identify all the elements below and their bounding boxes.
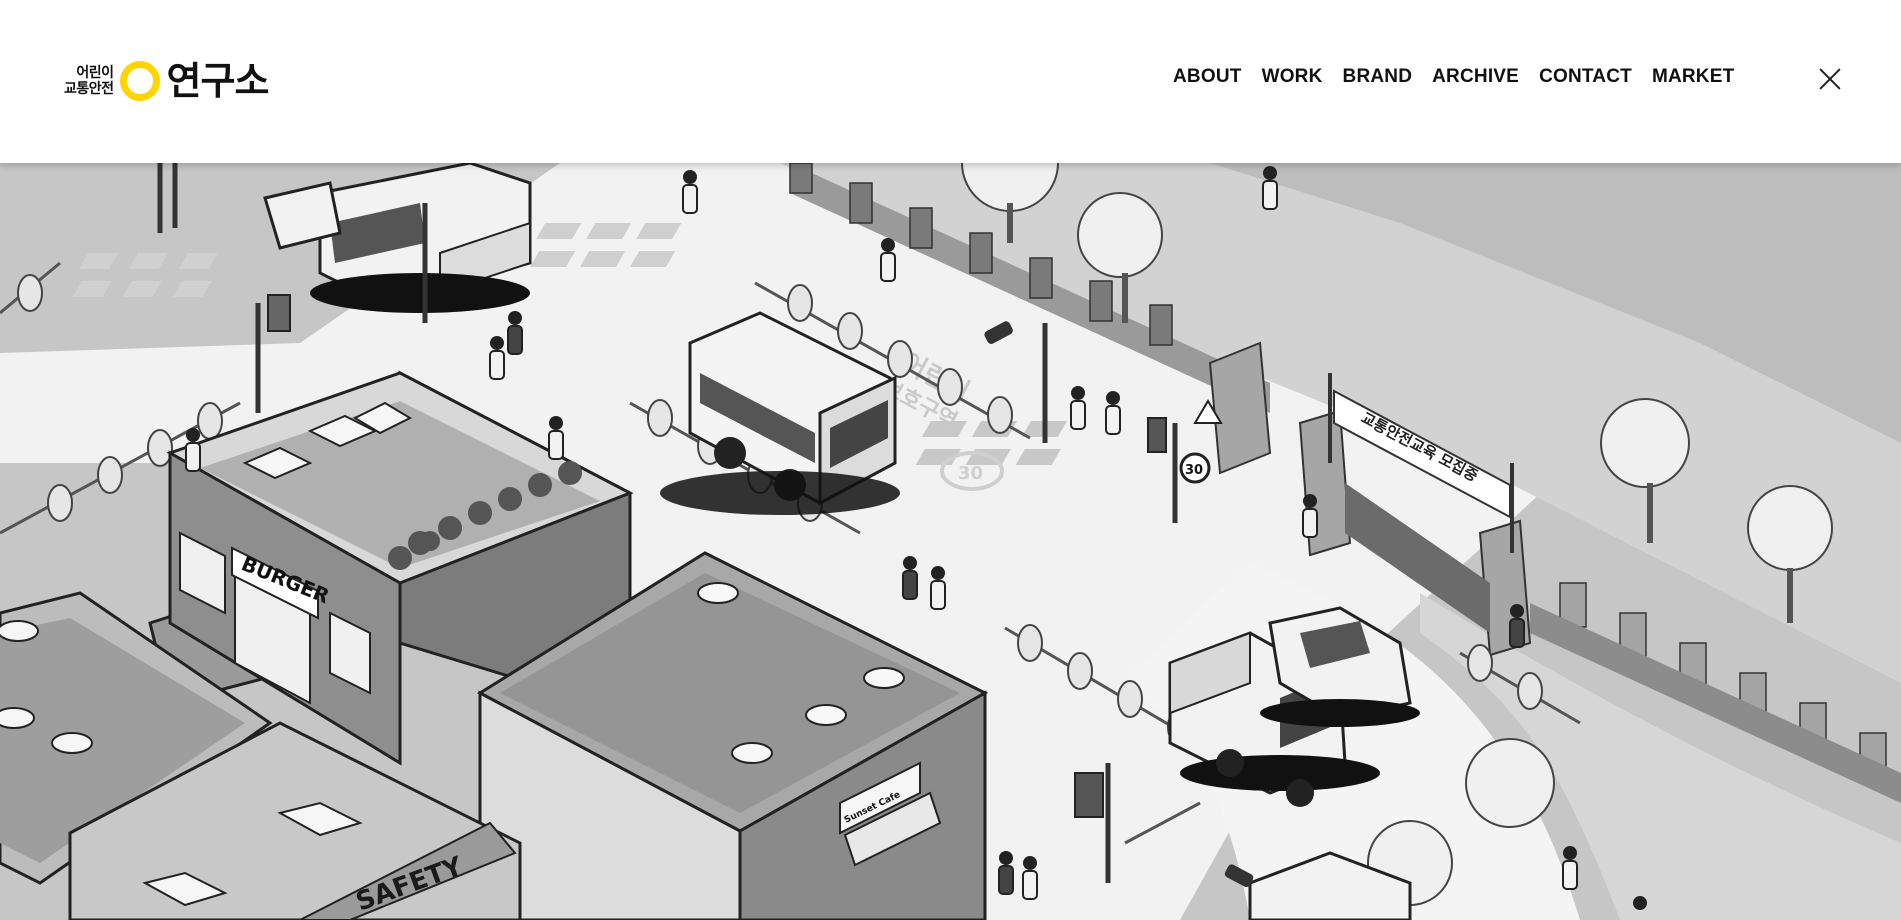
nav-market[interactable]: MARKET <box>1652 66 1734 88</box>
site-header: 어린이 교통안전 연구소 ABOUT WORK BRAND ARCHIVE CO… <box>0 0 1901 163</box>
isometric-town-illustration: 어린이 보호구역 30 교통안전교육 모집중 30 BURGER Sunset … <box>0 163 1901 920</box>
logo-small-line1: 어린이 <box>76 65 114 81</box>
svg-text:30: 30 <box>1185 463 1203 478</box>
close-icon[interactable] <box>1818 67 1842 91</box>
logo-big-text: 연구소 <box>166 59 270 103</box>
nav-archive[interactable]: ARCHIVE <box>1432 66 1519 88</box>
logo-small-line2: 교통안전 <box>64 81 114 97</box>
nav-contact[interactable]: CONTACT <box>1539 66 1632 88</box>
main-nav: ABOUT WORK BRAND ARCHIVE CONTACT MARKET <box>1173 66 1734 88</box>
site-logo[interactable]: 어린이 교통안전 연구소 <box>64 59 270 103</box>
logo-circle-icon <box>119 61 160 101</box>
nav-work[interactable]: WORK <box>1262 66 1323 88</box>
nav-brand[interactable]: BRAND <box>1343 66 1413 88</box>
hero-illustration: 어린이 보호구역 30 교통안전교육 모집중 30 BURGER Sunset … <box>0 163 1901 920</box>
logo-small-text: 어린이 교통안전 <box>64 65 114 97</box>
nav-about[interactable]: ABOUT <box>1173 66 1242 88</box>
svg-text:30: 30 <box>958 463 983 484</box>
